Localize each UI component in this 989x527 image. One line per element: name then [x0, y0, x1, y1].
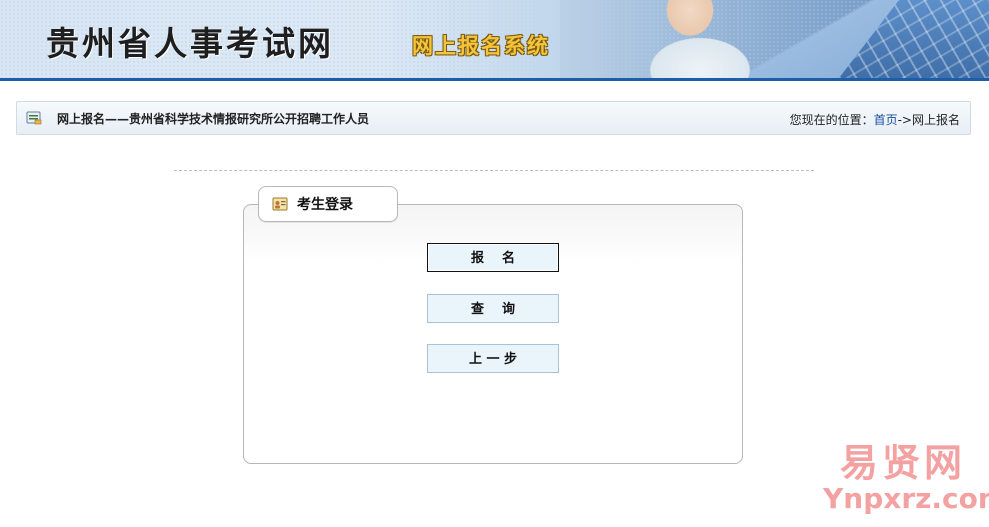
breadcrumb-home-link[interactable]: 首页 [874, 113, 898, 127]
query-button[interactable]: 查 询 [427, 294, 559, 323]
id-card-icon [272, 196, 288, 212]
location-label: 您现在的位置： [789, 113, 874, 127]
breadcrumb-current: 网上报名 [911, 113, 960, 127]
register-button[interactable]: 报 名 [427, 243, 559, 272]
site-subtitle: 网上报名系统 [412, 34, 550, 58]
header-banner: 贵州省人事考试网 网上报名系统 [0, 0, 989, 78]
site-title: 贵州省人事考试网 [46, 24, 334, 63]
breadcrumb-separator: -> [897, 113, 912, 127]
header-divider [0, 78, 989, 81]
breadcrumb-bar: 网上报名——贵州省科学技术情报研究所公开招聘工作人员 您现在的位置：首页->网上… [16, 101, 971, 135]
watermark-line2: Ynpxrz.com [823, 482, 989, 515]
list-icon [26, 111, 42, 125]
login-panel-tab: 考生登录 [258, 186, 398, 222]
back-button[interactable]: 上 一 步 [427, 344, 559, 373]
page-heading: 网上报名——贵州省科学技术情报研究所公开招聘工作人员 [57, 112, 370, 126]
watermark: 易贤网 Ynpxrz.com [823, 441, 989, 515]
watermark-line1: 易贤网 [839, 441, 966, 485]
login-panel-title: 考生登录 [297, 197, 353, 213]
breadcrumb: 您现在的位置：首页->网上报名 [790, 111, 960, 128]
dashed-divider [174, 170, 814, 171]
